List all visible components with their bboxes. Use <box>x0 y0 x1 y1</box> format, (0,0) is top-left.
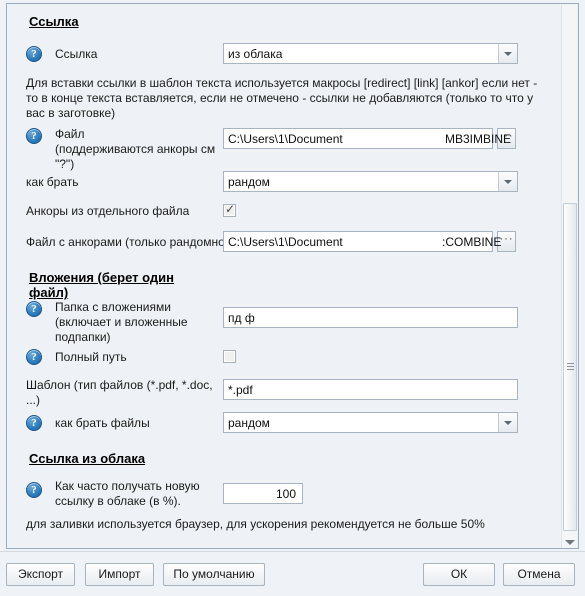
label-cloud-frequency-line1: Как часто получать новую <box>55 479 200 493</box>
label-file-line1: Файл <box>55 127 85 141</box>
settings-panel-content: Ссылка ? Ссылка из облака Для вставки сс… <box>7 4 557 548</box>
file-template-input[interactable]: *.pdf <box>223 379 518 400</box>
chevron-down-icon[interactable] <box>498 44 517 63</box>
file-path-redaction <box>343 130 448 147</box>
take-mode-value: рандом <box>228 175 270 189</box>
help-circle-icon[interactable]: ? <box>26 128 42 144</box>
help-circle-icon[interactable]: ? <box>26 482 42 498</box>
section-header-attachments-line1: Вложения (берет один <box>29 270 174 285</box>
take-files-value: рандом <box>228 416 270 430</box>
label-link: Ссылка <box>55 47 98 61</box>
chevron-down-icon <box>564 539 575 545</box>
label-file-template-line1: Шаблон (тип файлов (*.pdf, *.doc, <box>26 378 213 392</box>
anchors-separate-file-checkbox[interactable]: ✓ <box>223 202 236 217</box>
defaults-button[interactable]: По умолчанию <box>163 563 265 586</box>
cloud-frequency-input[interactable]: 100 <box>223 483 303 504</box>
label-full-path: Полный путь <box>55 350 127 364</box>
link-macros-description: Для вставки ссылки в шаблон текста испол… <box>26 76 538 120</box>
dialog-button-bar: Экспорт Импорт По умолчанию ОК Отмена <box>0 551 585 596</box>
help-circle-icon[interactable]: ? <box>26 349 42 365</box>
label-anchors-separate-file: Анкоры из отдельного файла <box>26 204 190 218</box>
check-icon: ✓ <box>225 202 236 216</box>
link-source-combobox[interactable]: из облака <box>223 43 518 64</box>
label-file-line3: "?") <box>55 157 75 171</box>
label-file-template: Шаблон (тип файлов (*.pdf, *.doc, ...) <box>26 378 216 408</box>
label-file: Файл (поддерживаются анкоры см "?") <box>55 127 220 172</box>
label-attachments-folder-line3: подпапки) <box>55 330 111 344</box>
settings-dialog: Ссылка ? Ссылка из облака Для вставки сс… <box>0 0 585 596</box>
vertical-scrollbar[interactable] <box>561 5 577 548</box>
section-header-attachments: Вложения (берет один файл) <box>29 270 174 300</box>
label-attachments-folder-line2: (включает и вложенные <box>55 315 188 329</box>
anchors-file-redaction <box>343 233 443 250</box>
scrollbar-down-button[interactable] <box>562 535 577 548</box>
help-circle-icon[interactable]: ? <box>26 46 42 62</box>
label-cloud-frequency-line2: ссылку в облаке (в %). <box>55 494 181 508</box>
cancel-button[interactable]: Отмена <box>503 563 575 586</box>
label-file-line2: (поддерживаются анкоры см <box>55 142 216 156</box>
attachments-folder-input[interactable]: пд ф <box>223 307 518 328</box>
label-take-files: как брать файлы <box>55 416 150 430</box>
link-source-value: из облака <box>228 47 283 61</box>
label-anchors-file: Файл с анкорами (только рандомно) <box>26 235 229 249</box>
label-cloud-frequency: Как часто получать новую ссылку в облаке… <box>55 479 220 509</box>
take-mode-combobox[interactable]: рандом <box>223 171 518 192</box>
settings-panel: Ссылка ? Ссылка из облака Для вставки сс… <box>6 3 579 549</box>
section-header-link: Ссылка <box>29 14 79 29</box>
section-header-attachments-line2: файл) <box>29 285 69 300</box>
label-file-template-line2: ...) <box>26 393 40 407</box>
anchors-file-suffix: :COMBINE <box>442 235 502 249</box>
cloud-upload-note: для заливки используется браузер, для ус… <box>26 517 485 531</box>
chevron-down-icon[interactable] <box>498 413 517 432</box>
export-button[interactable]: Экспорт <box>6 563 75 586</box>
chevron-down-icon[interactable] <box>498 172 517 191</box>
ok-button[interactable]: ОК <box>423 563 495 586</box>
file-path-suffix: MB3IMBINE <box>445 132 512 146</box>
take-files-combobox[interactable]: рандом <box>223 412 518 433</box>
label-attachments-folder-line1: Папка с вложениями <box>55 300 171 314</box>
help-circle-icon[interactable]: ? <box>26 301 42 317</box>
grip-lines-icon <box>567 363 574 371</box>
full-path-checkbox[interactable] <box>223 350 236 363</box>
help-circle-icon[interactable]: ? <box>26 415 42 431</box>
section-header-cloud-link: Ссылка из облака <box>29 451 146 466</box>
import-button[interactable]: Импорт <box>85 563 154 586</box>
scrollbar-thumb[interactable] <box>563 203 577 531</box>
label-take-mode: как брать <box>26 175 79 189</box>
label-attachments-folder: Папка с вложениями (включает и вложенные… <box>55 300 220 345</box>
